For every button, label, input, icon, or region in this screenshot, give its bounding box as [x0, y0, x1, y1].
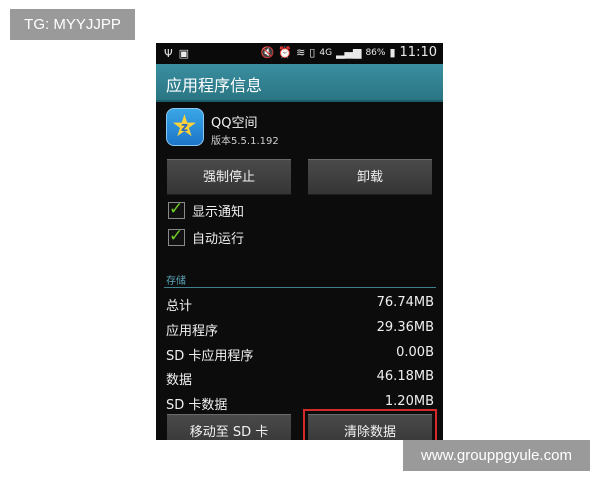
checkmark-icon: ✓ — [169, 199, 184, 219]
storage-row-total: 总计 76.74MB — [166, 295, 434, 315]
sim-icon: ▯ — [309, 46, 316, 59]
watermark-tag: TG: MYYJJPP — [10, 9, 135, 40]
battery-percent: 86% — [365, 48, 386, 58]
clock: 11:10 — [399, 45, 437, 60]
storage-label: 应用程序 — [166, 324, 219, 339]
storage-section-header: 存储 — [166, 276, 186, 287]
alarm-icon: ⏰ — [278, 46, 293, 59]
image-icon: ▣ — [178, 47, 190, 60]
checkmark-icon: ✓ — [169, 226, 184, 246]
usb-icon: Ψ — [164, 47, 173, 60]
qzone-star-icon: ★ z — [166, 108, 204, 146]
app-header: ★ z QQ空间 版本5.5.1.192 — [156, 102, 443, 154]
storage-value: 29.36MB — [376, 320, 434, 335]
storage-row-sd-app: SD 卡应用程序 0.00B — [166, 345, 434, 365]
clear-data-highlight — [303, 409, 437, 440]
show-notifications-label: 显示通知 — [192, 205, 245, 220]
app-version: 版本5.5.1.192 — [211, 136, 279, 147]
move-to-sd-button[interactable]: 移动至 SD 卡 — [167, 414, 291, 440]
mute-icon: 🔇 — [260, 46, 275, 59]
phone-screen: Ψ ▣ 🔇 ⏰ ≋ ▯ 4G ▂▄▆ 86% ▮ 11:10 应用程序信息 ★ … — [156, 43, 443, 440]
wifi-icon: ≋ — [296, 46, 306, 59]
auto-run-label: 自动运行 — [192, 232, 245, 247]
storage-value: 0.00B — [396, 345, 434, 360]
storage-value: 46.18MB — [376, 369, 434, 384]
storage-value: 76.74MB — [376, 295, 434, 310]
signal-icon: ▂▄▆ — [336, 46, 362, 59]
storage-value: 1.20MB — [384, 394, 434, 409]
storage-label: 数据 — [166, 373, 193, 388]
checkbox-show-notifications[interactable]: ✓ — [168, 199, 185, 219]
title-bar: 应用程序信息 — [156, 64, 443, 102]
storage-label: SD 卡应用程序 — [166, 349, 254, 364]
storage-row-app: 应用程序 29.36MB — [166, 320, 434, 340]
show-notifications-toggle[interactable]: ✓ 显示通知 — [168, 199, 245, 220]
auto-run-toggle[interactable]: ✓ 自动运行 — [168, 226, 245, 247]
storage-row-data: 数据 46.18MB — [166, 369, 434, 389]
storage-label: SD 卡数据 — [166, 398, 228, 413]
section-divider — [164, 287, 436, 288]
force-stop-button[interactable]: 强制停止 — [167, 159, 291, 195]
battery-icon: ▮ — [389, 46, 396, 59]
status-bar: Ψ ▣ 🔇 ⏰ ≋ ▯ 4G ▂▄▆ 86% ▮ 11:10 — [156, 43, 443, 64]
page-title: 应用程序信息 — [166, 76, 263, 95]
uninstall-button[interactable]: 卸载 — [308, 159, 432, 195]
network-4g-label: 4G — [319, 48, 333, 58]
app-name: QQ空间 — [211, 116, 258, 131]
watermark-url: www.grouppgyule.com — [403, 440, 590, 471]
storage-label: 总计 — [166, 299, 193, 314]
checkbox-auto-run[interactable]: ✓ — [168, 226, 185, 246]
